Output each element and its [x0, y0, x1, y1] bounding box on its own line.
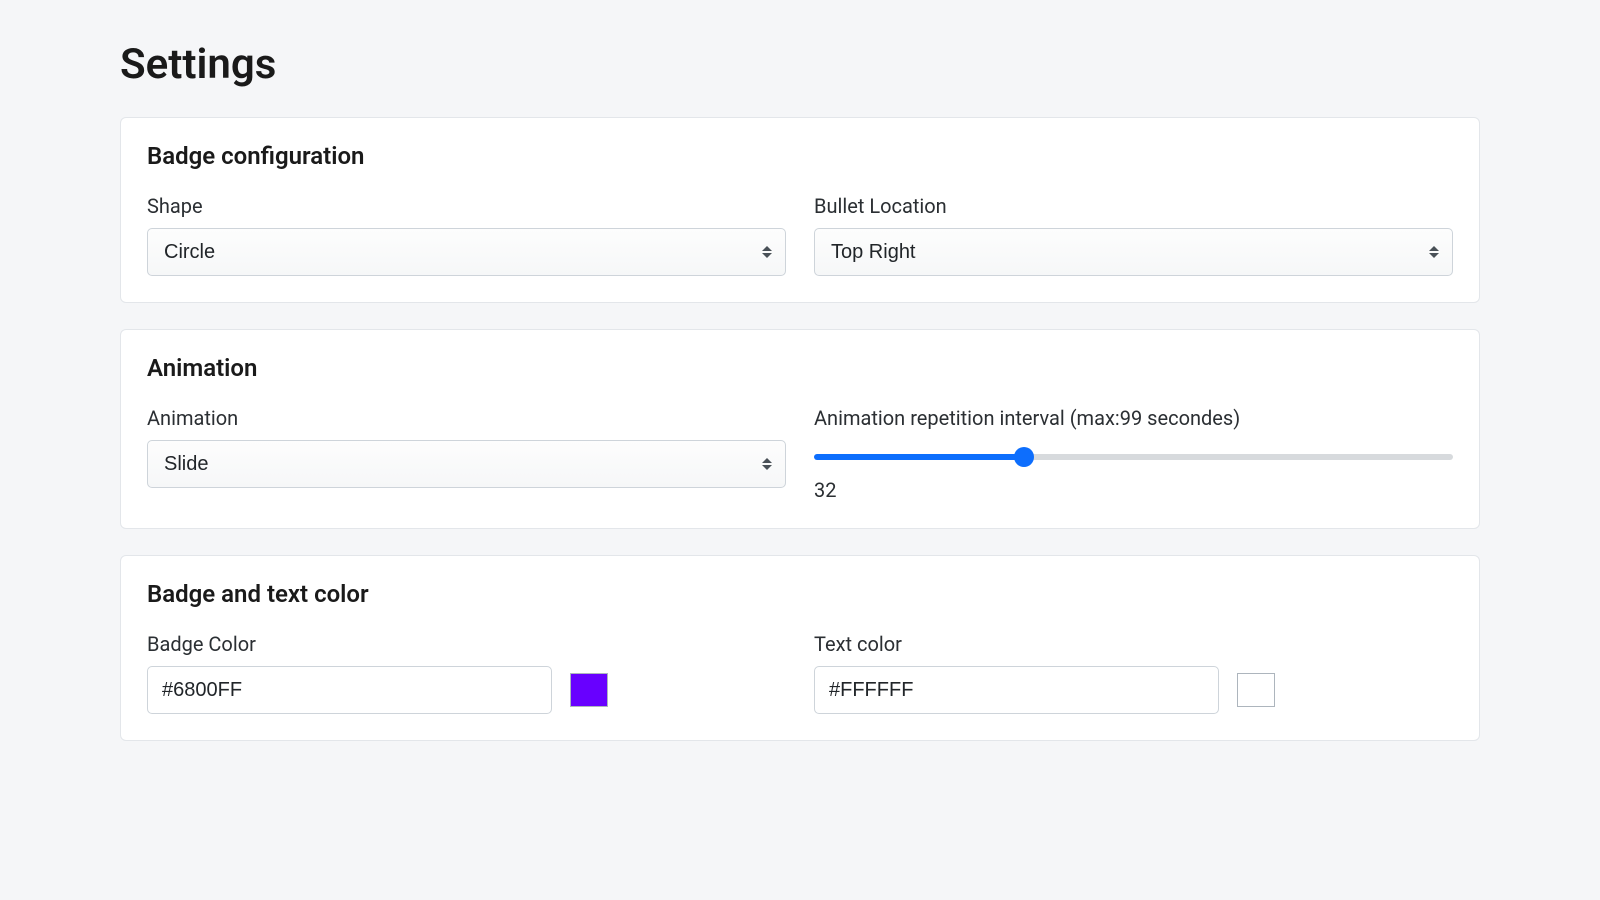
animation-type-select[interactable]: Slide	[147, 440, 786, 488]
text-color-label: Text color	[814, 632, 1453, 656]
shape-label: Shape	[147, 194, 786, 218]
badge-color-label: Badge Color	[147, 632, 786, 656]
animation-interval-value: 32	[814, 478, 1453, 502]
text-color-input[interactable]	[814, 666, 1219, 714]
animation-card: Animation Animation Slide Animation repe…	[120, 329, 1480, 529]
color-card: Badge and text color Badge Color Text co…	[120, 555, 1480, 741]
badge-color-swatch[interactable]	[570, 673, 608, 707]
animation-interval-label: Animation repetition interval (max:99 se…	[814, 406, 1453, 430]
color-title: Badge and text color	[147, 580, 1453, 608]
bullet-location-select[interactable]: Top Right	[814, 228, 1453, 276]
shape-select[interactable]: Circle	[147, 228, 786, 276]
badge-configuration-title: Badge configuration	[147, 142, 1453, 170]
animation-title: Animation	[147, 354, 1453, 382]
animation-type-label: Animation	[147, 406, 786, 430]
bullet-location-label: Bullet Location	[814, 194, 1453, 218]
badge-configuration-card: Badge configuration Shape Circle Bullet …	[120, 117, 1480, 303]
text-color-swatch[interactable]	[1237, 673, 1275, 707]
page-title: Settings	[120, 40, 1480, 89]
animation-interval-slider[interactable]	[814, 454, 1453, 460]
badge-color-input[interactable]	[147, 666, 552, 714]
